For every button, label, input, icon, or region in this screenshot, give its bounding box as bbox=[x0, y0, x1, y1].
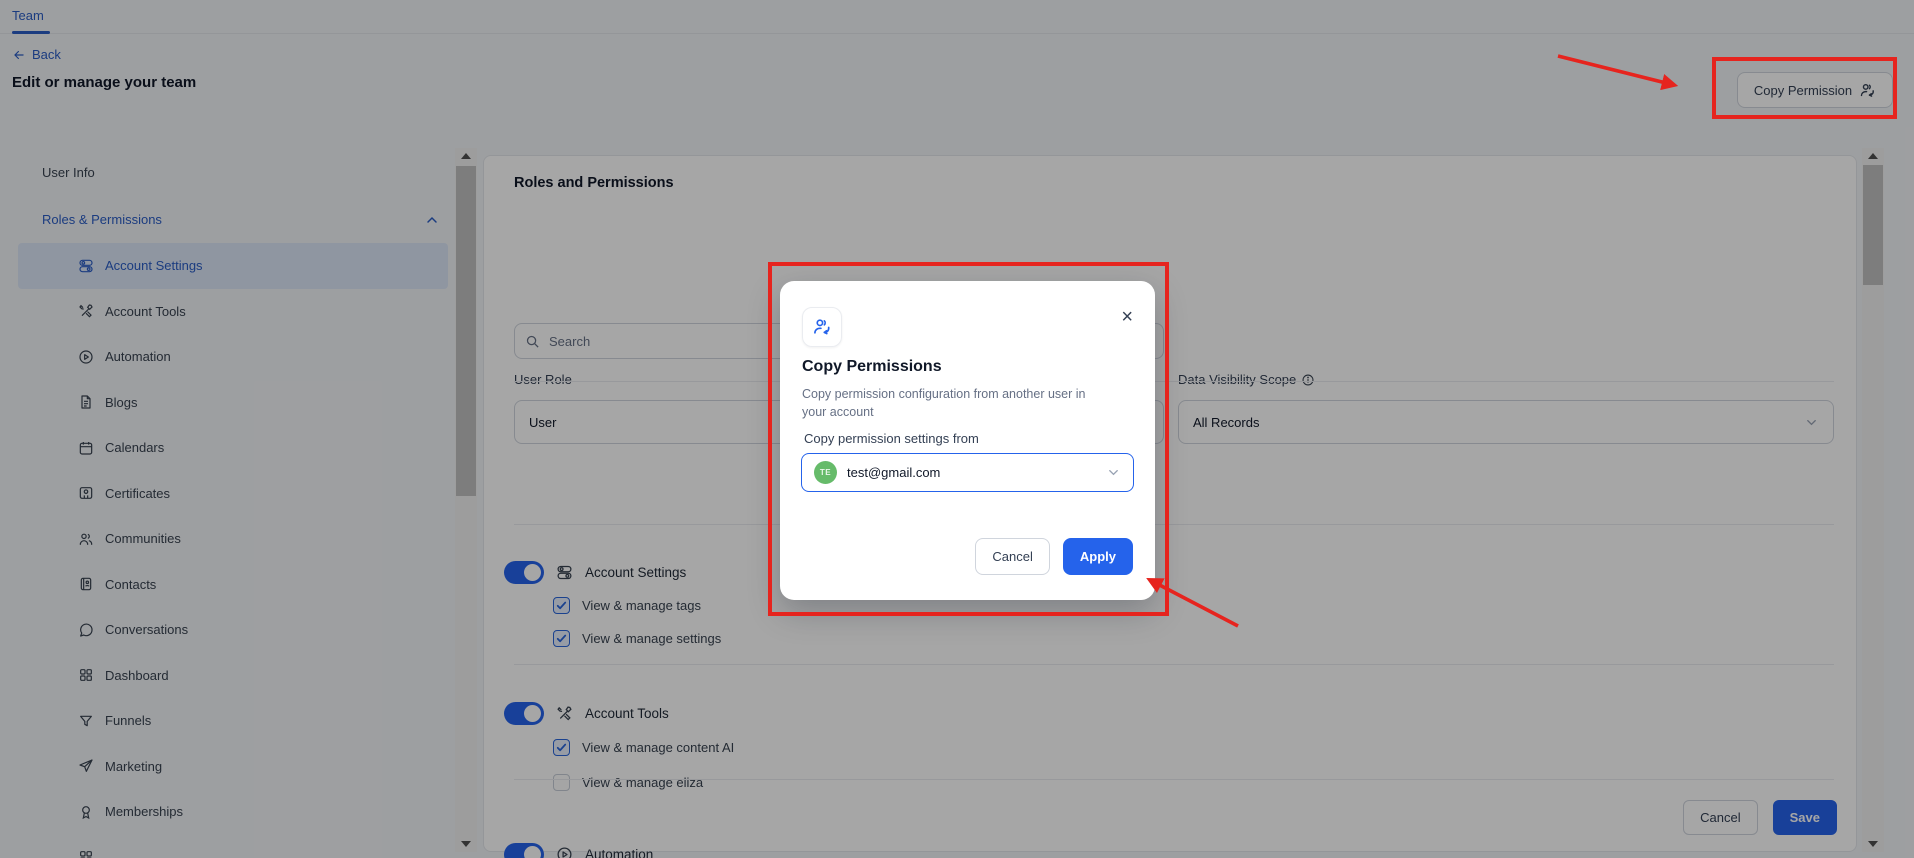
copy-from-select[interactable]: TE test@gmail.com bbox=[801, 453, 1134, 492]
modal-description: Copy permission configuration from anoth… bbox=[802, 385, 1102, 421]
modal-icon-box bbox=[802, 307, 842, 347]
modal-apply-button[interactable]: Apply bbox=[1063, 538, 1133, 575]
copy-permissions-modal: × Copy Permissions Copy permission confi… bbox=[780, 281, 1155, 600]
modal-cancel-button[interactable]: Cancel bbox=[975, 538, 1049, 575]
modal-footer: Cancel Apply bbox=[975, 538, 1133, 575]
modal-title: Copy Permissions bbox=[802, 358, 942, 376]
user-arrow-icon bbox=[812, 317, 832, 337]
selected-user-email: test@gmail.com bbox=[847, 465, 940, 480]
close-icon[interactable]: × bbox=[1121, 307, 1133, 327]
copy-from-label: Copy permission settings from bbox=[804, 431, 979, 446]
user-avatar: TE bbox=[814, 461, 837, 484]
chevron-down-icon bbox=[1106, 465, 1121, 480]
team-edit-page: Team Back Edit or manage your team Copy … bbox=[0, 0, 1914, 858]
